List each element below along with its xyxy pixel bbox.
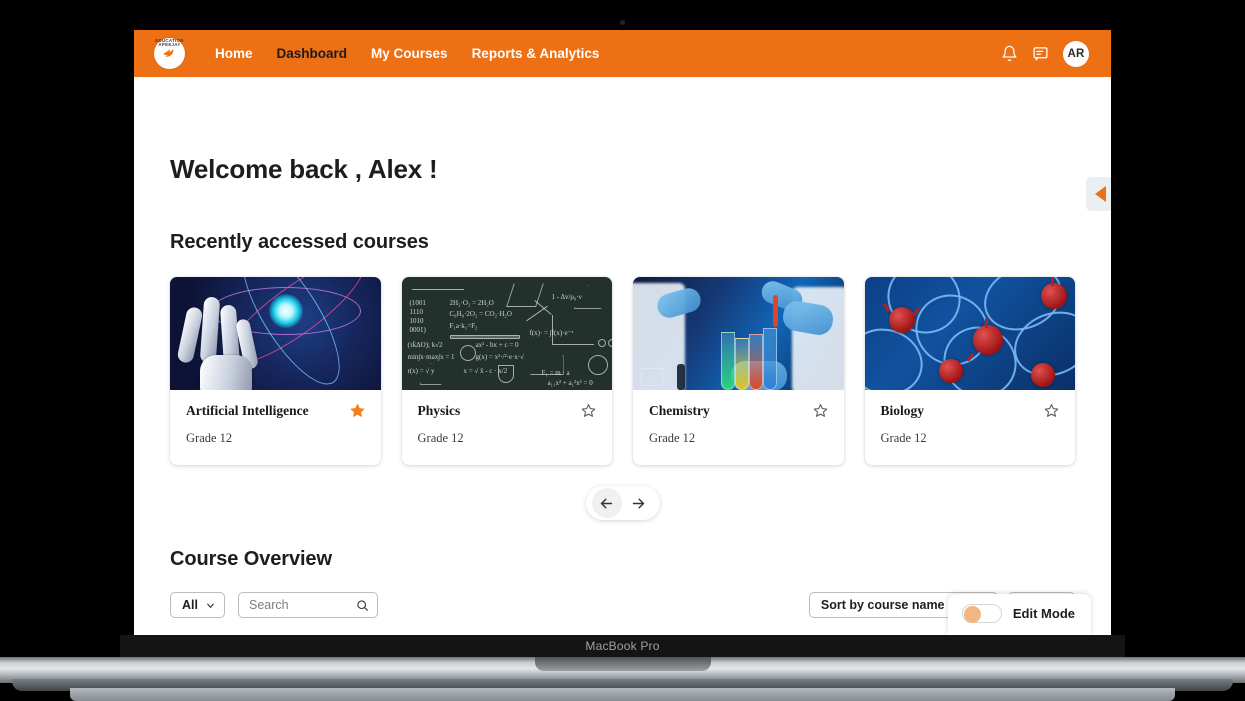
course-card-body: Chemistry Grade 12: [633, 390, 844, 465]
course-grade: Grade 12: [186, 431, 233, 446]
course-card[interactable]: Artificial Intelligence Grade 12: [170, 277, 381, 466]
nav-links: Home Dashboard My Courses Reports & Anal…: [203, 40, 611, 67]
course-card-body: Artificial Intelligence Grade 12: [170, 390, 381, 465]
star-filled-icon[interactable]: [350, 403, 365, 418]
course-grade: Grade 12: [417, 431, 464, 446]
course-card-image: [633, 277, 844, 390]
course-title: Physics: [417, 403, 461, 418]
filter-dropdown[interactable]: All: [170, 592, 225, 619]
chevron-down-icon: [207, 603, 214, 608]
edit-mode-toggle[interactable]: [961, 604, 1002, 623]
user-avatar[interactable]: AR: [1063, 40, 1089, 67]
star-outline-icon[interactable]: [813, 403, 828, 418]
nav-link-home[interactable]: Home: [203, 40, 265, 67]
nav-link-my-courses[interactable]: My Courses: [359, 40, 460, 67]
carousel-navigation: [585, 486, 660, 521]
collapse-drawer-button[interactable]: [1086, 177, 1111, 211]
webcam-dot: [620, 20, 625, 25]
atom-glow: [268, 293, 303, 328]
nav-right-actions: AR: [1001, 40, 1089, 67]
edit-mode-panel: Edit Mode: [947, 594, 1091, 635]
laptop-base-lip: [535, 657, 711, 671]
logo-bottom-text: EDUCATION: [155, 38, 184, 43]
carousel-prev-button[interactable]: [591, 488, 622, 519]
nav-link-reports-analytics[interactable]: Reports & Analytics: [460, 40, 612, 67]
laptop-base-shadow: [70, 688, 1175, 701]
apeejay-logo[interactable]: APEEJAY EDUCATION: [154, 38, 185, 69]
search-box[interactable]: [237, 592, 378, 619]
messages-icon[interactable]: [1032, 45, 1049, 62]
recently-accessed-heading: Recently accessed courses: [170, 231, 429, 253]
star-outline-icon[interactable]: [1044, 403, 1059, 418]
top-navigation-bar: APEEJAY EDUCATION Home Dashboard My Cour…: [134, 30, 1111, 77]
browser-viewport: APEEJAY EDUCATION Home Dashboard My Cour…: [134, 30, 1111, 635]
course-card[interactable]: Biology Grade 12: [864, 277, 1076, 466]
arrow-right-icon: [632, 498, 645, 509]
notification-bell-icon[interactable]: [1001, 45, 1018, 62]
course-grade: Grade 12: [880, 431, 927, 446]
dashboard-page: Welcome back , Alex ! Recently accessed …: [134, 77, 1111, 635]
laptop-mockup: APEEJAY EDUCATION Home Dashboard My Cour…: [0, 0, 1245, 701]
nav-link-dashboard[interactable]: Dashboard: [265, 40, 360, 67]
course-card[interactable]: (1001 1110 1010 0001) 2H₂·O₂ = 2H₂O C₆H₆…: [401, 277, 613, 466]
course-overview-heading: Course Overview: [170, 548, 332, 571]
filter-dropdown-value: All: [182, 598, 198, 613]
course-card-image: (1001 1110 1010 0001) 2H₂·O₂ = 2H₂O C₆H₆…: [401, 277, 612, 390]
course-card-image: [170, 277, 381, 390]
recently-accessed-carousel: Artificial Intelligence Grade 12 (1001 1…: [170, 277, 1076, 466]
course-card[interactable]: Chemistry Grade 12: [633, 277, 844, 466]
course-card-image: [864, 277, 1075, 390]
course-title: Biology: [880, 403, 925, 418]
course-overview-controls: All Sort by course name: [170, 592, 1075, 619]
search-input[interactable]: [248, 598, 354, 613]
course-title: Artificial Intelligence: [186, 403, 309, 418]
course-card-body: Physics Grade 12: [402, 390, 613, 465]
course-card-body: Biology Grade 12: [865, 390, 1076, 465]
welcome-heading: Welcome back , Alex !: [170, 154, 438, 184]
course-grade: Grade 12: [649, 431, 696, 446]
course-title: Chemistry: [649, 403, 710, 418]
toggle-knob: [963, 606, 981, 623]
triangle-left-icon: [1094, 186, 1106, 202]
edit-mode-label: Edit Mode: [1012, 606, 1075, 621]
robot-hand: [176, 293, 272, 390]
device-label: MacBook Pro: [585, 639, 660, 653]
star-outline-icon[interactable]: [581, 403, 596, 418]
laptop-chin: MacBook Pro: [120, 635, 1125, 657]
carousel-next-button[interactable]: [624, 488, 654, 518]
sort-dropdown-value: Sort by course name: [820, 598, 945, 613]
search-icon[interactable]: [356, 599, 369, 612]
arrow-left-icon: [600, 498, 613, 509]
